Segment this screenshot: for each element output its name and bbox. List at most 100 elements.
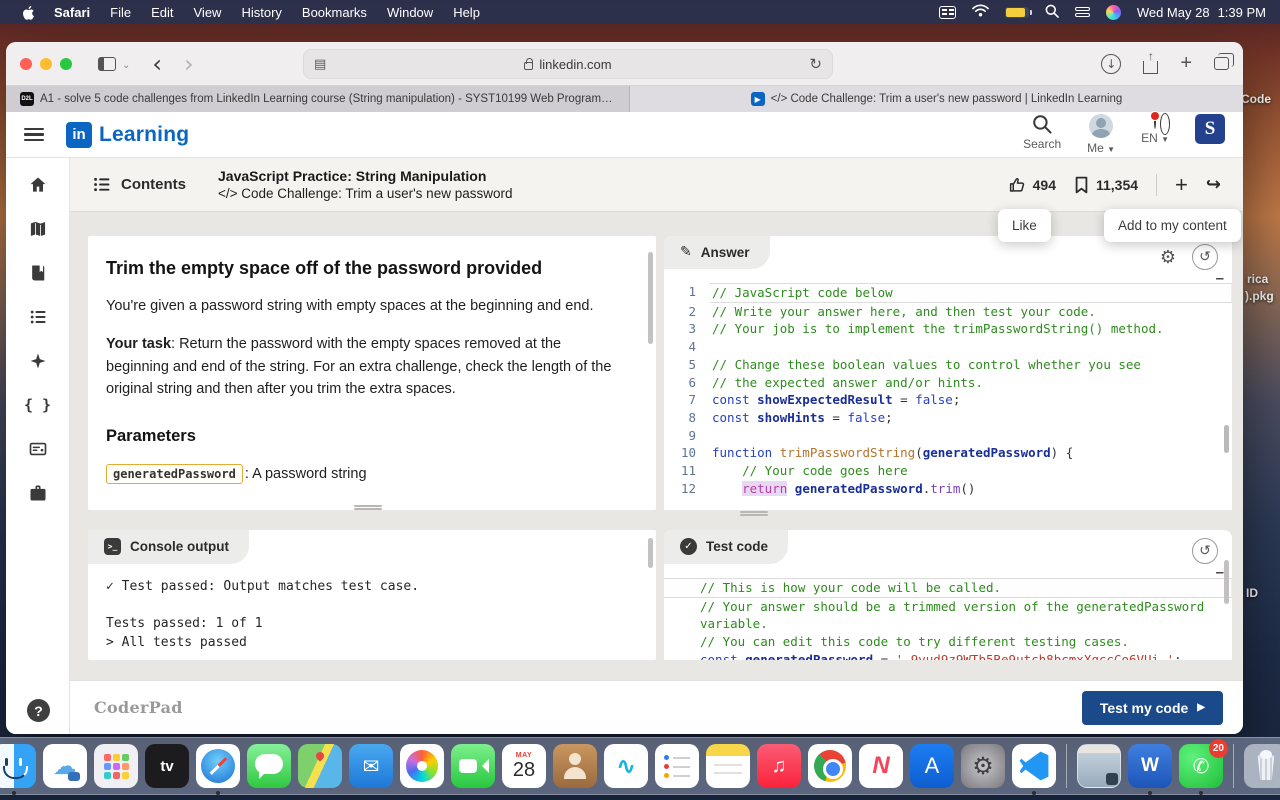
code-line[interactable]: const generatedPassword = ' 9vud9z9WTb5R… <box>664 651 1232 660</box>
sidebar-toggle-icon[interactable] <box>98 57 116 71</box>
share-icon[interactable] <box>1143 61 1158 74</box>
contents-list-icon[interactable] <box>27 306 49 328</box>
code-line[interactable]: 6// the expected answer and/or hints. <box>664 374 1232 392</box>
organization-logo[interactable]: S <box>1195 114 1225 144</box>
dock-icon-word[interactable]: W <box>1128 744 1172 788</box>
menu-item[interactable]: Window <box>377 5 443 20</box>
code-braces-icon[interactable]: { } <box>27 394 49 416</box>
close-window-button[interactable] <box>20 58 32 70</box>
downloads-icon[interactable]: ↓ <box>1101 54 1121 74</box>
code-line[interactable]: 1// JavaScript code below <box>664 283 1232 303</box>
scrollbar-thumb[interactable] <box>1224 425 1229 453</box>
code-line[interactable]: // You can edit this code to try differe… <box>664 633 1232 651</box>
dock-icon-trash[interactable] <box>1244 744 1280 788</box>
minimize-window-button[interactable] <box>40 58 52 70</box>
certificate-icon[interactable] <box>27 438 49 460</box>
code-line[interactable]: 4 <box>664 338 1232 356</box>
editor-settings-icon[interactable]: ⚙ <box>1160 247 1176 268</box>
library-icon[interactable] <box>27 262 49 284</box>
language-menu[interactable]: EN ▼ <box>1141 114 1169 145</box>
search-button[interactable]: Search <box>1023 114 1061 151</box>
dock-icon-maps[interactable] <box>298 744 342 788</box>
wifi-icon[interactable] <box>972 4 989 20</box>
code-line[interactable]: 7const showExpectedResult = false; <box>664 391 1232 409</box>
reset-code-icon[interactable]: ↺ <box>1192 244 1218 270</box>
home-icon[interactable] <box>27 174 49 196</box>
collapse-panel-icon[interactable]: – <box>1216 564 1224 581</box>
battery-icon[interactable] <box>1005 7 1029 18</box>
dock-icon-safari[interactable] <box>196 744 240 788</box>
panel-resize-grip[interactable] <box>740 511 768 517</box>
spotlight-icon[interactable] <box>1045 4 1059 21</box>
answer-code-editor[interactable]: 1// JavaScript code below2// Write your … <box>664 283 1232 497</box>
like-button[interactable]: 494 <box>1008 176 1056 194</box>
dock-icon-vscode[interactable] <box>1012 744 1056 788</box>
dock-icon-appletv[interactable]: tv <box>145 744 189 788</box>
code-line[interactable]: // Your answer should be a trimmed versi… <box>664 598 1232 616</box>
menu-item[interactable]: Help <box>443 5 490 20</box>
briefcase-icon[interactable] <box>27 482 49 504</box>
code-line[interactable]: 2// Write your answer here, and then tes… <box>664 303 1232 321</box>
panel-resize-grip[interactable] <box>354 505 382 511</box>
dock-icon-contacts[interactable] <box>553 744 597 788</box>
me-menu[interactable]: Me ▼ <box>1087 114 1115 155</box>
code-line[interactable]: 11 // Your code goes here <box>664 462 1232 480</box>
sidebar-chevron-icon[interactable]: ⌄ <box>122 60 130 71</box>
code-line[interactable]: variable. <box>664 615 1232 633</box>
code-line[interactable]: 9 <box>664 427 1232 445</box>
tab-d2l[interactable]: D2L A1 - solve 5 code challenges from Li… <box>6 86 630 112</box>
scrollbar-thumb[interactable] <box>648 252 653 344</box>
share-course-button[interactable]: ↪ <box>1206 174 1221 195</box>
menu-item[interactable]: Bookmarks <box>292 5 377 20</box>
dock-icon-news[interactable]: N <box>859 744 903 788</box>
tab-overview-icon[interactable] <box>1214 57 1229 70</box>
page-settings-icon[interactable]: ▤ <box>314 56 326 72</box>
dock-icon-notes[interactable] <box>706 744 750 788</box>
reset-test-code-icon[interactable]: ↺ <box>1192 538 1218 564</box>
dock-icon-freeform[interactable]: ∿ <box>604 744 648 788</box>
menu-item[interactable]: Safari <box>44 5 100 20</box>
dock-icon-mail[interactable]: ✉ <box>349 744 393 788</box>
dock-icon-whatsapp[interactable]: ✆20 <box>1179 744 1223 788</box>
new-tab-icon[interactable]: + <box>1180 52 1192 75</box>
dock-icon-settings[interactable]: ⚙ <box>961 744 1005 788</box>
test-code-editor[interactable]: // This is how your code will be called.… <box>664 578 1232 660</box>
linkedin-learning-logo[interactable]: in Learning <box>66 122 189 148</box>
display-icon[interactable] <box>939 6 956 19</box>
dock-icon-music[interactable]: ♫ <box>757 744 801 788</box>
tab-linkedin-learning[interactable]: ▶ </> Code Challenge: Trim a user's new … <box>630 86 1243 112</box>
test-my-code-button[interactable]: Test my code▶ <box>1082 691 1223 725</box>
scrollbar-thumb[interactable] <box>648 538 653 568</box>
code-line[interactable]: // This is how your code will be called. <box>664 578 1232 598</box>
code-line[interactable]: 10function trimPasswordString(generatedP… <box>664 444 1232 462</box>
bookmark-button[interactable]: 11,354 <box>1074 176 1138 194</box>
dock-icon-calendar[interactable]: MAY28 <box>502 744 546 788</box>
dock-icon-finder[interactable] <box>0 744 36 788</box>
dock-icon-launchpad[interactable] <box>94 744 138 788</box>
menu-item[interactable]: History <box>231 5 291 20</box>
help-button[interactable]: ? <box>27 699 50 722</box>
fullscreen-window-button[interactable] <box>60 58 72 70</box>
ai-sparkle-icon[interactable] <box>27 350 49 372</box>
dock-icon-messages[interactable] <box>247 744 291 788</box>
dock-icon-photos[interactable] <box>400 744 444 788</box>
dock-icon-window-thumb[interactable] <box>1077 744 1121 788</box>
add-to-content-button[interactable]: + <box>1175 172 1188 198</box>
code-line[interactable]: 5// Change these boolean values to contr… <box>664 356 1232 374</box>
back-button[interactable]: ‹ <box>152 52 162 76</box>
map-icon[interactable] <box>27 218 49 240</box>
reload-icon[interactable]: ↻ <box>809 55 822 73</box>
menu-item[interactable]: View <box>184 5 232 20</box>
dock-icon-reminders[interactable] <box>655 744 699 788</box>
dock-icon-clouddata[interactable]: ☁ <box>43 744 87 788</box>
contents-button[interactable]: Contents <box>92 175 186 194</box>
code-line[interactable]: 12 return generatedPassword.trim() <box>664 480 1232 498</box>
control-center-icon[interactable] <box>1075 6 1090 19</box>
code-line[interactable]: 8const showHints = false; <box>664 409 1232 427</box>
hamburger-menu-icon[interactable] <box>24 128 44 142</box>
address-bar[interactable]: ▤ linkedin.com ↻ <box>303 49 833 79</box>
forward-button[interactable]: › <box>184 52 194 76</box>
apple-menu-icon[interactable] <box>14 5 44 20</box>
dock-icon-appstore[interactable]: A <box>910 744 954 788</box>
scrollbar-thumb[interactable] <box>1224 560 1229 604</box>
